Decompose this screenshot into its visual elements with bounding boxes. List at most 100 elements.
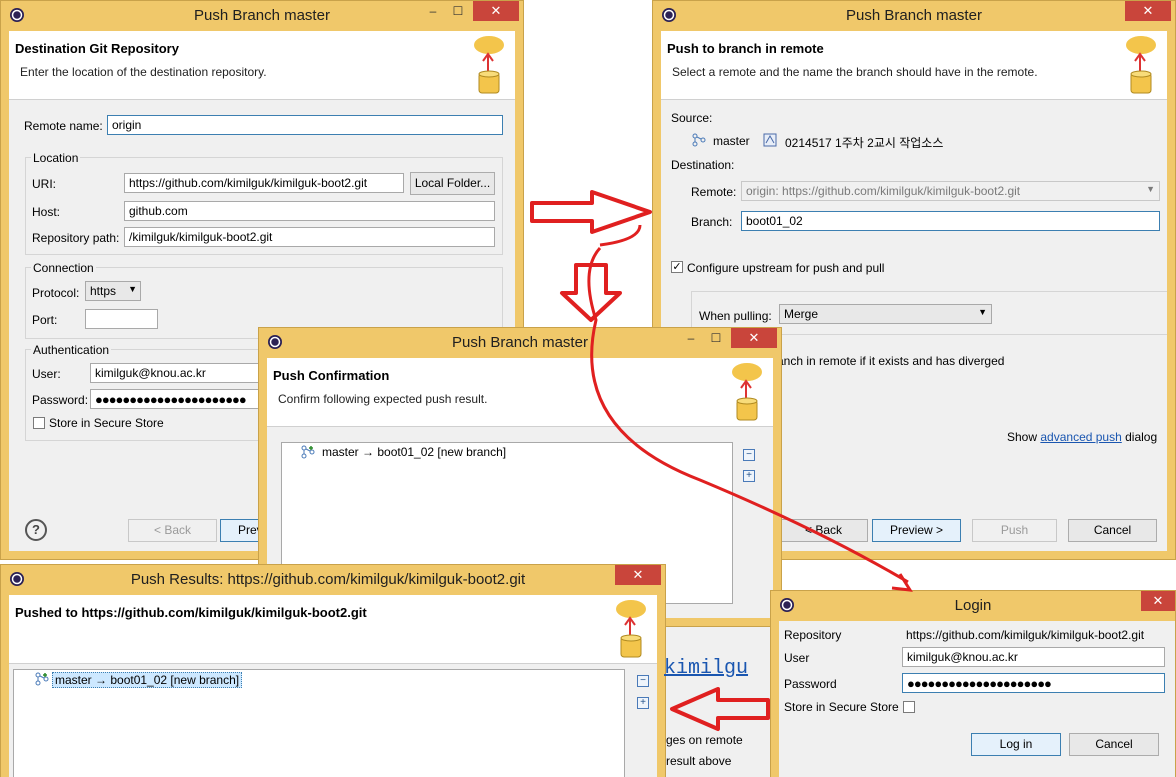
- arrow-curve: [599, 224, 642, 247]
- login-password-label: Password: [784, 677, 837, 691]
- close-button[interactable]: ✕: [473, 1, 519, 21]
- git-push-icon: [1126, 36, 1156, 94]
- configure-upstream-text: Configure upstream for push and pull: [687, 261, 885, 275]
- protocol-select[interactable]: https ▼: [85, 281, 141, 301]
- protocol-value: https: [90, 284, 117, 298]
- tree-item[interactable]: master → boot01_02 [new branch]: [322, 445, 506, 459]
- when-pulling-value: Merge: [784, 307, 819, 321]
- login-user-field[interactable]: kimilguk@knou.ac.kr: [902, 647, 1165, 667]
- secure-store-checkbox[interactable]: [33, 417, 45, 429]
- remote-select[interactable]: origin: https://github.com/kimilguk/kimi…: [741, 181, 1160, 201]
- when-pulling-select[interactable]: Merge ▼: [779, 304, 992, 324]
- branch-add-icon: [35, 672, 49, 686]
- protocol-label: Protocol:: [32, 286, 80, 300]
- destination-label: Destination:: [671, 158, 735, 172]
- confirm-banner-title: Push Confirmation: [273, 368, 390, 383]
- location-label: Location: [31, 151, 81, 165]
- auth-label: Authentication: [31, 343, 112, 357]
- confirm-banner-desc: Confirm following expected push result.: [278, 392, 488, 406]
- behind-text-2: result above: [666, 754, 732, 768]
- login-secure-store-checkbox[interactable]: [903, 701, 915, 713]
- maximize-button[interactable]: ☐: [703, 328, 729, 348]
- results-client: Pushed to https://github.com/kimilguk/ki…: [9, 595, 657, 777]
- branch-add-icon: [301, 445, 315, 459]
- behind-fragment: kimilgu ges on remote result above: [664, 627, 772, 777]
- branch-field[interactable]: boot01_02: [741, 211, 1160, 231]
- cancel-button[interactable]: Cancel: [1068, 519, 1157, 542]
- host-field[interactable]: github.com: [124, 201, 495, 221]
- uri-label: URI:: [32, 177, 56, 191]
- chevron-down-icon: ▼: [1146, 184, 1155, 194]
- dest-banner-desc: Enter the location of the destination re…: [20, 65, 267, 79]
- host-label: Host:: [32, 205, 61, 219]
- login-window: Login ✕ Repository https://github.com/ki…: [770, 590, 1176, 777]
- source-label: Source:: [671, 111, 713, 125]
- arrow-head-icon: [891, 573, 913, 592]
- minimize-button[interactable]: –: [678, 328, 704, 348]
- expand-all-icon[interactable]: +: [637, 697, 649, 709]
- git-push-icon: [616, 600, 646, 658]
- configure-upstream-checkbox[interactable]: ✓: [671, 261, 683, 273]
- secure-store-label: Store in Secure Store: [49, 416, 164, 430]
- results-banner-title: Pushed to https://github.com/kimilguk/ki…: [15, 605, 367, 620]
- branch-icon: [692, 133, 706, 147]
- repo-path-field[interactable]: /kimilguk/kimilguk-boot2.git: [124, 227, 495, 247]
- repository-label: Repository: [784, 628, 842, 642]
- port-label: Port:: [32, 313, 58, 327]
- preview-button[interactable]: Preview >: [872, 519, 961, 542]
- dest-banner-title: Destination Git Repository: [15, 41, 179, 56]
- login-secure-store-label: Store in Secure Store: [784, 700, 899, 714]
- remote-banner-desc: Select a remote and the name the branch …: [672, 65, 1038, 79]
- confirm-banner: Push Confirmation Confirm following expe…: [267, 358, 773, 427]
- arrow-down-icon: [560, 263, 622, 322]
- back-button[interactable]: < Back: [779, 519, 868, 542]
- remote-label: Remote:: [691, 185, 737, 199]
- branch-label: Branch:: [691, 215, 733, 229]
- results-tree[interactable]: master → boot01_02 [new branch]: [13, 669, 625, 777]
- close-button[interactable]: ✕: [731, 328, 777, 348]
- user-label: User:: [32, 367, 61, 381]
- force-overwrite-label: anch in remote if it exists and has dive…: [777, 354, 1005, 368]
- close-button[interactable]: ✕: [1141, 591, 1175, 611]
- login-titlebar[interactable]: Login ✕: [771, 591, 1175, 621]
- source-commit: 0214517 1주차 2교시 작업소스: [785, 136, 944, 150]
- close-button[interactable]: ✕: [1125, 1, 1171, 21]
- uri-field[interactable]: https://github.com/kimilguk/kimilguk-boo…: [124, 173, 404, 193]
- behind-link[interactable]: kimilgu: [664, 657, 748, 680]
- show-text: Show: [1007, 430, 1038, 444]
- back-button[interactable]: < Back: [128, 519, 217, 542]
- login-client: Repository https://github.com/kimilguk/k…: [779, 621, 1175, 777]
- remote-name-label: Remote name:: [24, 119, 103, 133]
- remote-banner-title: Push to branch in remote: [667, 41, 824, 56]
- minimize-button[interactable]: –: [420, 1, 446, 21]
- dest-titlebar[interactable]: Push Branch master – ☐ ✕: [1, 1, 523, 31]
- remote-name-field[interactable]: origin: [107, 115, 503, 135]
- remote-titlebar[interactable]: Push Branch master ✕: [653, 1, 1175, 31]
- expand-all-icon[interactable]: +: [743, 470, 755, 482]
- remote-banner: Push to branch in remote Select a remote…: [661, 31, 1167, 100]
- login-button[interactable]: Log in: [971, 733, 1061, 756]
- local-folder-button[interactable]: Local Folder...: [410, 172, 495, 195]
- login-title: Login: [954, 597, 992, 614]
- when-pulling-label: When pulling:: [699, 309, 772, 323]
- login-password-field[interactable]: ●●●●●●●●●●●●●●●●●●●●●: [902, 673, 1165, 693]
- connection-label: Connection: [31, 261, 96, 275]
- arrow-right-icon: [530, 190, 652, 234]
- push-button[interactable]: Push: [972, 519, 1057, 542]
- maximize-button[interactable]: ☐: [445, 1, 471, 21]
- port-field[interactable]: [85, 309, 158, 329]
- results-titlebar[interactable]: Push Results: https://github.com/kimilgu…: [1, 565, 665, 595]
- chevron-down-icon: ▼: [978, 307, 987, 317]
- collapse-all-icon[interactable]: −: [743, 449, 755, 461]
- git-push-icon: [732, 363, 762, 421]
- close-button[interactable]: ✕: [615, 565, 661, 585]
- help-icon[interactable]: ?: [25, 519, 47, 541]
- collapse-all-icon[interactable]: −: [637, 675, 649, 687]
- advanced-push-link[interactable]: advanced push: [1040, 430, 1121, 444]
- tree-item-selected[interactable]: master → boot01_02 [new branch]: [52, 672, 243, 688]
- login-cancel-button[interactable]: Cancel: [1069, 733, 1159, 756]
- confirm-titlebar[interactable]: Push Branch master – ☐ ✕: [259, 328, 781, 358]
- password-label: Password:: [32, 393, 89, 407]
- remote-select-value: origin: https://github.com/kimilguk/kimi…: [746, 184, 1021, 198]
- advanced-push-text: Show advanced push dialog: [1007, 430, 1157, 444]
